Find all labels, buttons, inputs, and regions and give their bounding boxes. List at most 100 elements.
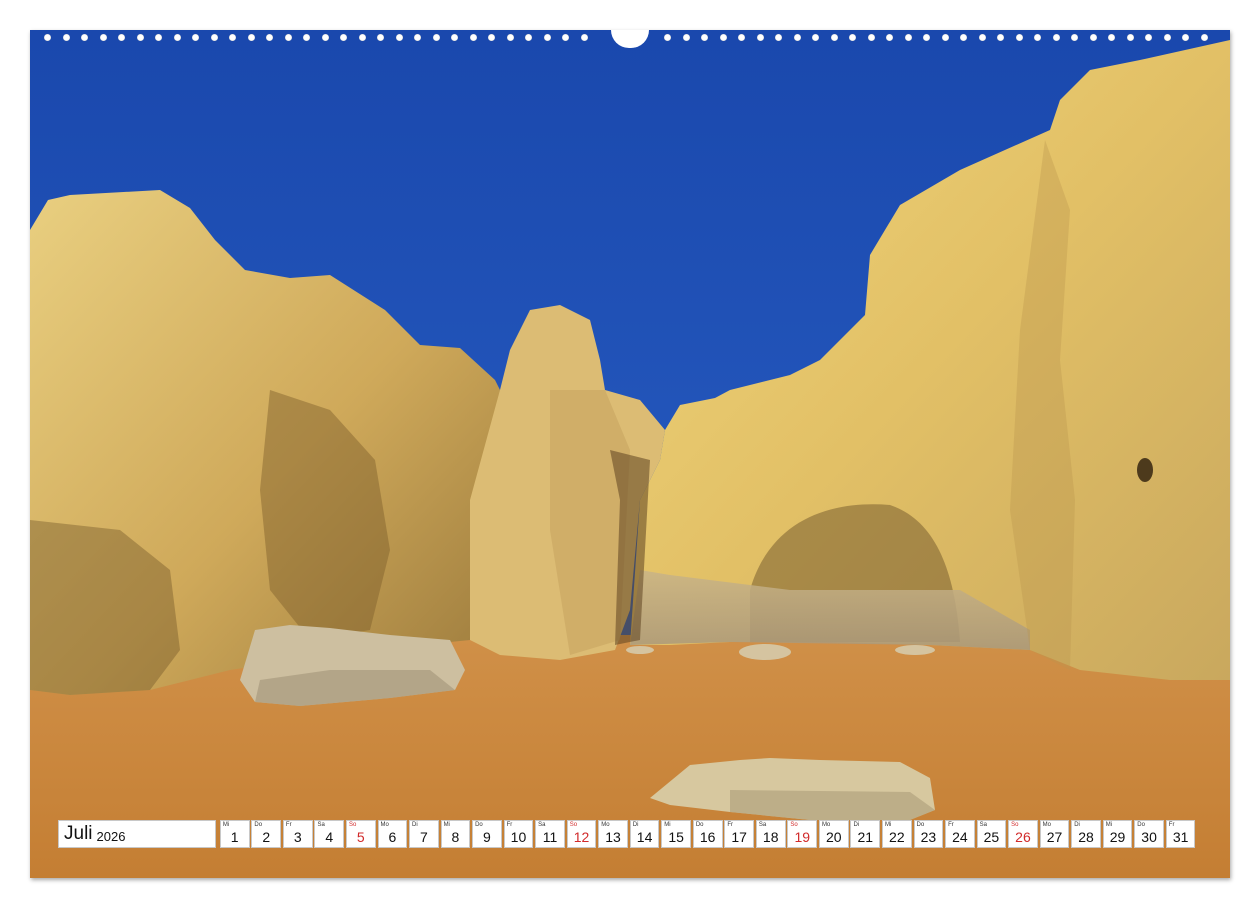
day-cell: Mo 27 — [1039, 820, 1070, 848]
day-number: 23 — [920, 829, 937, 845]
day-number: 1 — [230, 829, 239, 845]
day-cell: So 19 — [787, 820, 818, 848]
day-cell: Mi 8 — [440, 820, 471, 848]
day-of-week: Fr — [948, 822, 954, 828]
day-of-week: Di — [632, 822, 639, 828]
day-of-week: Mo — [1042, 822, 1051, 828]
day-of-week: Sa — [538, 822, 546, 828]
day-of-week: Do — [254, 822, 263, 828]
day-cell: Mo 20 — [818, 820, 849, 848]
day-of-week: Do — [695, 822, 704, 828]
day-cell: Fr 31 — [1165, 820, 1196, 848]
day-number: 18 — [762, 829, 779, 845]
day-cell: Di 28 — [1071, 820, 1101, 848]
day-number: 8 — [451, 829, 460, 845]
day-of-week: Fr — [506, 822, 513, 828]
day-of-week: Mo — [380, 822, 389, 828]
day-cell: Sa 11 — [535, 820, 565, 848]
day-of-week: Fr — [1168, 822, 1175, 828]
day-of-week: Do — [916, 822, 925, 828]
month-label: Juli 2026 — [58, 820, 216, 848]
day-cell: Do 16 — [692, 820, 723, 848]
day-number: 29 — [1109, 829, 1126, 845]
day-cell: Mi 29 — [1102, 820, 1133, 848]
day-of-week: Di — [1074, 822, 1080, 828]
day-number: 3 — [293, 829, 302, 845]
day-cell: Fr 24 — [945, 820, 975, 848]
day-number: 12 — [573, 829, 590, 845]
day-cell: Do 9 — [472, 820, 502, 848]
day-cell: So 5 — [345, 820, 376, 848]
day-of-week: Mi — [443, 822, 450, 828]
day-of-week: Di — [853, 822, 860, 828]
day-cell: Sa 4 — [314, 820, 345, 848]
day-of-week: Do — [1137, 822, 1145, 828]
month-name: Juli — [64, 823, 93, 844]
day-cell: Do 30 — [1134, 820, 1164, 848]
day-of-week: Mo — [821, 822, 831, 828]
day-cell: Mi 1 — [219, 820, 250, 848]
month-year: 2026 — [96, 828, 126, 844]
day-number: 5 — [356, 829, 365, 845]
day-number: 17 — [731, 829, 747, 845]
days-row: Mi 1 Do 2 Fr 3 Sa 4 So 5 Mo 6 Di 7 Mi 8 Do 9 Fr 10 Sa 11 So 12 M… — [218, 820, 1196, 850]
day-number: 22 — [889, 829, 905, 845]
calendar-page: Juli 2026 Mi 1 Do 2 Fr 3 Sa 4 So 5 Mo 6 Di 7 Mi 8 Do 9 Fr 1… — [0, 0, 1260, 908]
day-number: 4 — [325, 829, 334, 845]
day-number: 25 — [983, 829, 1000, 845]
day-number: 13 — [605, 829, 621, 845]
day-cell: Di 21 — [850, 820, 881, 848]
day-of-week: Mi — [664, 822, 671, 828]
day-number: 26 — [1015, 829, 1031, 845]
day-number: 11 — [542, 829, 558, 845]
day-number: 31 — [1172, 829, 1189, 845]
day-number: 20 — [825, 829, 842, 845]
day-cell: Do 23 — [913, 820, 944, 848]
day-cell: Mi 15 — [661, 820, 691, 848]
day-of-week: Mi — [885, 822, 892, 828]
day-number: 15 — [668, 829, 684, 845]
day-of-week: So — [790, 822, 798, 828]
landscape-photo — [30, 30, 1230, 878]
calendar-strip: Juli 2026 Mi 1 Do 2 Fr 3 Sa 4 So 5 Mo 6 Di 7 Mi 8 Do 9 Fr 1… — [58, 820, 1203, 850]
day-number: 16 — [699, 829, 716, 845]
day-number: 10 — [510, 829, 527, 845]
day-cell: Di 14 — [629, 820, 660, 848]
day-number: 7 — [419, 829, 428, 845]
day-cell: Do 2 — [251, 820, 282, 848]
day-number: 2 — [262, 829, 271, 845]
day-number: 30 — [1141, 829, 1157, 845]
day-cell: So 12 — [566, 820, 597, 848]
day-of-week: Sa — [758, 822, 767, 828]
day-of-week: Mi — [222, 822, 230, 828]
day-of-week: So — [1011, 822, 1019, 828]
day-cell: So 26 — [1008, 820, 1038, 848]
day-of-week: Fr — [285, 822, 292, 828]
day-number: 27 — [1046, 829, 1063, 845]
day-of-week: Fr — [727, 822, 734, 828]
day-cell: Di 7 — [409, 820, 439, 848]
day-of-week: Sa — [317, 822, 325, 828]
day-of-week: So — [348, 822, 357, 828]
day-cell: Mi 22 — [882, 820, 912, 848]
day-of-week: So — [569, 822, 578, 828]
day-of-week: Di — [412, 822, 418, 828]
day-of-week: Mo — [601, 822, 610, 828]
day-cell: Mo 13 — [598, 820, 628, 848]
day-cell: Fr 17 — [724, 820, 755, 848]
day-cell: Fr 3 — [282, 820, 313, 848]
day-number: 24 — [952, 829, 968, 845]
day-number: 28 — [1078, 829, 1094, 845]
day-number: 9 — [483, 829, 491, 845]
day-number: 19 — [794, 829, 811, 845]
day-number: 6 — [388, 829, 397, 845]
day-of-week: Sa — [979, 822, 987, 828]
day-cell: Sa 25 — [976, 820, 1007, 848]
day-number: 21 — [857, 829, 874, 845]
day-cell: Mo 6 — [377, 820, 408, 848]
day-cell: Fr 10 — [503, 820, 534, 848]
day-of-week: Do — [475, 822, 483, 828]
day-of-week: Mi — [1105, 822, 1113, 828]
day-number: 14 — [636, 829, 653, 845]
day-cell: Sa 18 — [755, 820, 786, 848]
